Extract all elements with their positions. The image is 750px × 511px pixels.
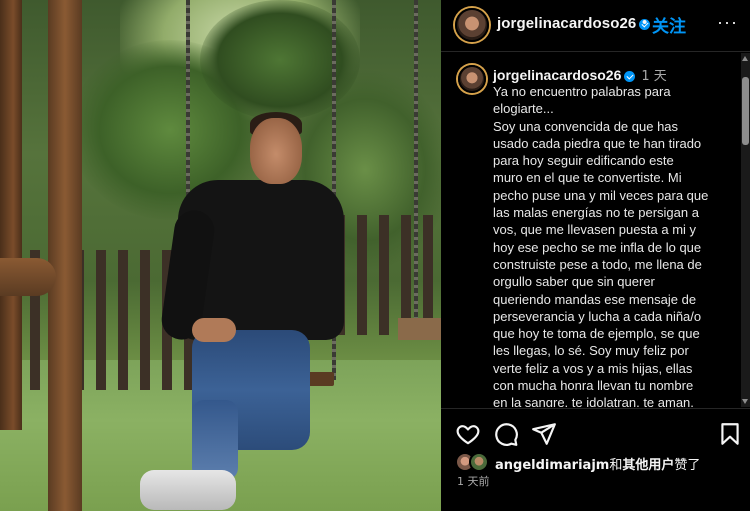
action-bar — [441, 408, 750, 456]
author-username[interactable]: jorgelinacardoso26 — [497, 15, 651, 32]
photo-foliage — [200, 0, 360, 120]
likes-summary[interactable]: angeldimariajm和其他用户赞了 — [455, 452, 745, 474]
photo-fence — [335, 215, 441, 335]
person-jeans — [192, 400, 238, 480]
caption-time: 1 天 — [641, 69, 667, 84]
liker-username[interactable]: angeldimariajm — [495, 458, 609, 473]
send-icon[interactable] — [531, 421, 557, 447]
follow-button[interactable]: 关注 — [652, 12, 686, 37]
likes-text[interactable]: angeldimariajm和其他用户赞了 — [495, 454, 700, 473]
person-hands — [192, 318, 236, 342]
scroll-up-arrow-icon[interactable] — [742, 56, 748, 61]
photo-swing-post — [48, 0, 82, 511]
author-avatar[interactable] — [455, 8, 489, 42]
caption-scrollbar[interactable] — [741, 53, 750, 407]
heart-icon[interactable] — [455, 421, 481, 447]
photo-swing-beam — [0, 258, 56, 296]
caption-text: Ya no encuentro palabras para elogiarte.… — [493, 84, 709, 407]
person-sneaker — [140, 470, 236, 510]
liker-avatar — [469, 452, 489, 472]
person-head — [250, 118, 302, 184]
comment-icon[interactable] — [493, 421, 519, 447]
scrollbar-thumb[interactable] — [742, 77, 749, 145]
caption-area[interactable]: jorgelinacardoso26 1 天 Ya no encuentro pa… — [441, 53, 741, 407]
likes-suffix: 赞了 — [674, 458, 701, 473]
photo-swing-seat — [398, 318, 441, 340]
header-separator: • — [642, 14, 648, 31]
post-side-panel: jorgelinacardoso26 • 关注 ··· jorgelinacar… — [441, 0, 750, 511]
likes-conjunction: 和 — [609, 458, 623, 473]
photo-swing-chain — [414, 0, 418, 320]
post-timestamp[interactable]: 1 天前 — [457, 473, 490, 489]
caption-avatar[interactable] — [458, 65, 486, 93]
photo-swing-post — [0, 0, 22, 430]
scroll-down-arrow-icon[interactable] — [742, 399, 748, 404]
caption-username[interactable]: jorgelinacardoso26 1 天 — [493, 65, 667, 84]
verified-badge-icon — [624, 70, 636, 82]
more-options-icon[interactable]: ··· — [717, 12, 738, 33]
post-header: jorgelinacardoso26 • 关注 ··· — [441, 0, 750, 52]
bookmark-icon[interactable] — [717, 421, 743, 447]
post-photo[interactable] — [0, 0, 441, 511]
likes-others[interactable]: 其他用户 — [622, 458, 674, 473]
